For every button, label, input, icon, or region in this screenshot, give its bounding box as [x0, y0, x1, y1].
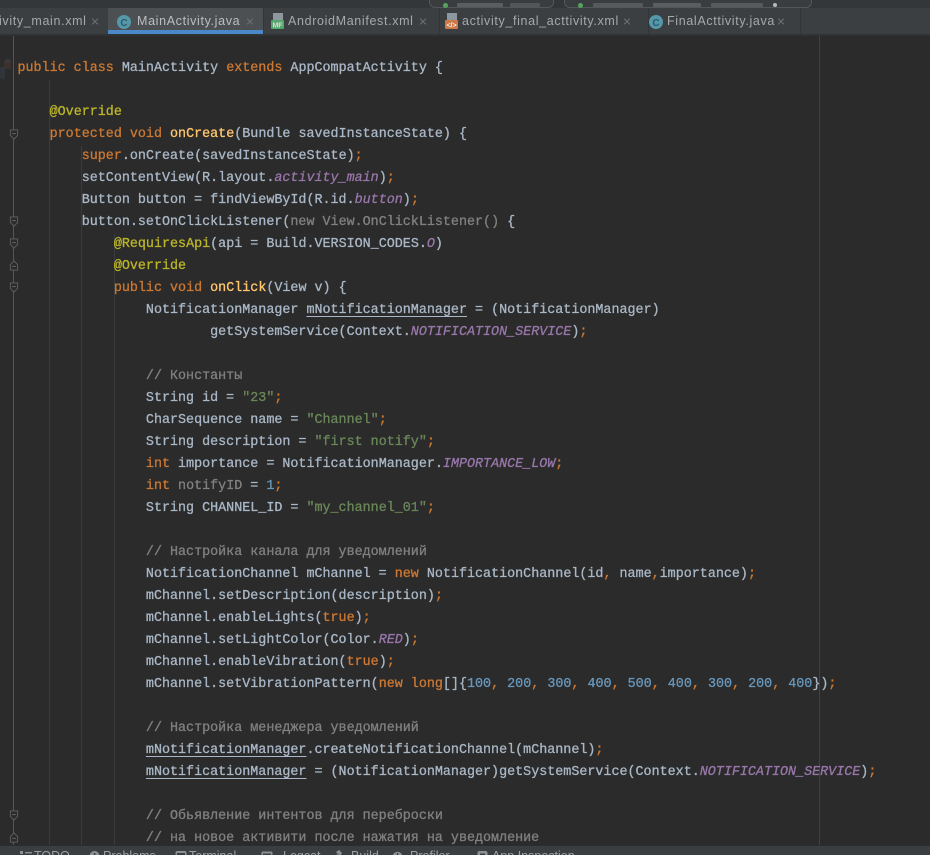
svg-text:MF: MF — [272, 23, 283, 30]
svg-text:C: C — [120, 17, 127, 28]
svg-text:</>: </> — [446, 23, 456, 30]
svg-text:C: C — [652, 17, 659, 28]
